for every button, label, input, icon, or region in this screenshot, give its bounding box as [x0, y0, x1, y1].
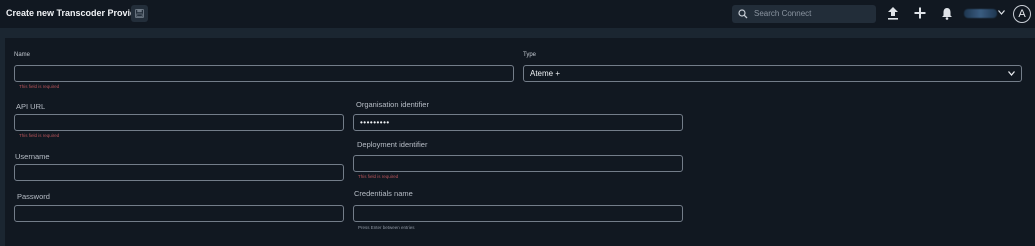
api-url-field[interactable]	[14, 114, 344, 131]
upload-icon[interactable]	[887, 7, 899, 20]
bell-icon[interactable]	[941, 7, 953, 20]
chevron-down-icon[interactable]	[998, 10, 1005, 15]
user-name[interactable]	[964, 9, 997, 18]
name-field[interactable]	[14, 65, 514, 82]
organisation-identifier-field[interactable]: •••••••••	[353, 114, 683, 131]
avatar[interactable]: A	[1013, 5, 1031, 23]
name-label: Name	[14, 52, 31, 58]
top-bar: Create new Transcoder Provider Search Co…	[0, 0, 1035, 28]
search-placeholder: Search Connect	[754, 9, 812, 18]
password-label: Password	[17, 192, 50, 201]
credentials-name-label: Credentials name	[354, 189, 413, 198]
chevron-down-icon	[1008, 71, 1015, 76]
save-button[interactable]	[131, 5, 148, 22]
deployment-identifier-label: Deployment identifier	[357, 140, 428, 149]
password-field[interactable]	[14, 205, 344, 222]
search-input[interactable]: Search Connect	[732, 5, 876, 23]
credentials-name-field[interactable]	[353, 205, 683, 222]
credentials-name-hint: Press Enter between entries	[358, 225, 415, 230]
type-select[interactable]: Ateme +	[523, 65, 1022, 82]
organisation-identifier-label: Organisation identifier	[356, 100, 429, 109]
type-selected-value: Ateme +	[530, 69, 561, 78]
deployment-identifier-field[interactable]	[353, 155, 683, 172]
type-label: Type	[523, 52, 537, 58]
username-field[interactable]	[14, 164, 344, 181]
api-url-label: API URL	[16, 102, 46, 111]
save-icon	[135, 9, 144, 18]
search-icon	[738, 9, 748, 19]
name-error: This field is required	[19, 84, 60, 89]
page-title: Create new Transcoder Provider	[6, 8, 145, 18]
plus-icon[interactable]	[914, 7, 926, 19]
deployment-identifier-error: This field is required	[358, 174, 399, 179]
api-url-error: This field is required	[19, 133, 60, 138]
username-label: Username	[15, 152, 50, 161]
